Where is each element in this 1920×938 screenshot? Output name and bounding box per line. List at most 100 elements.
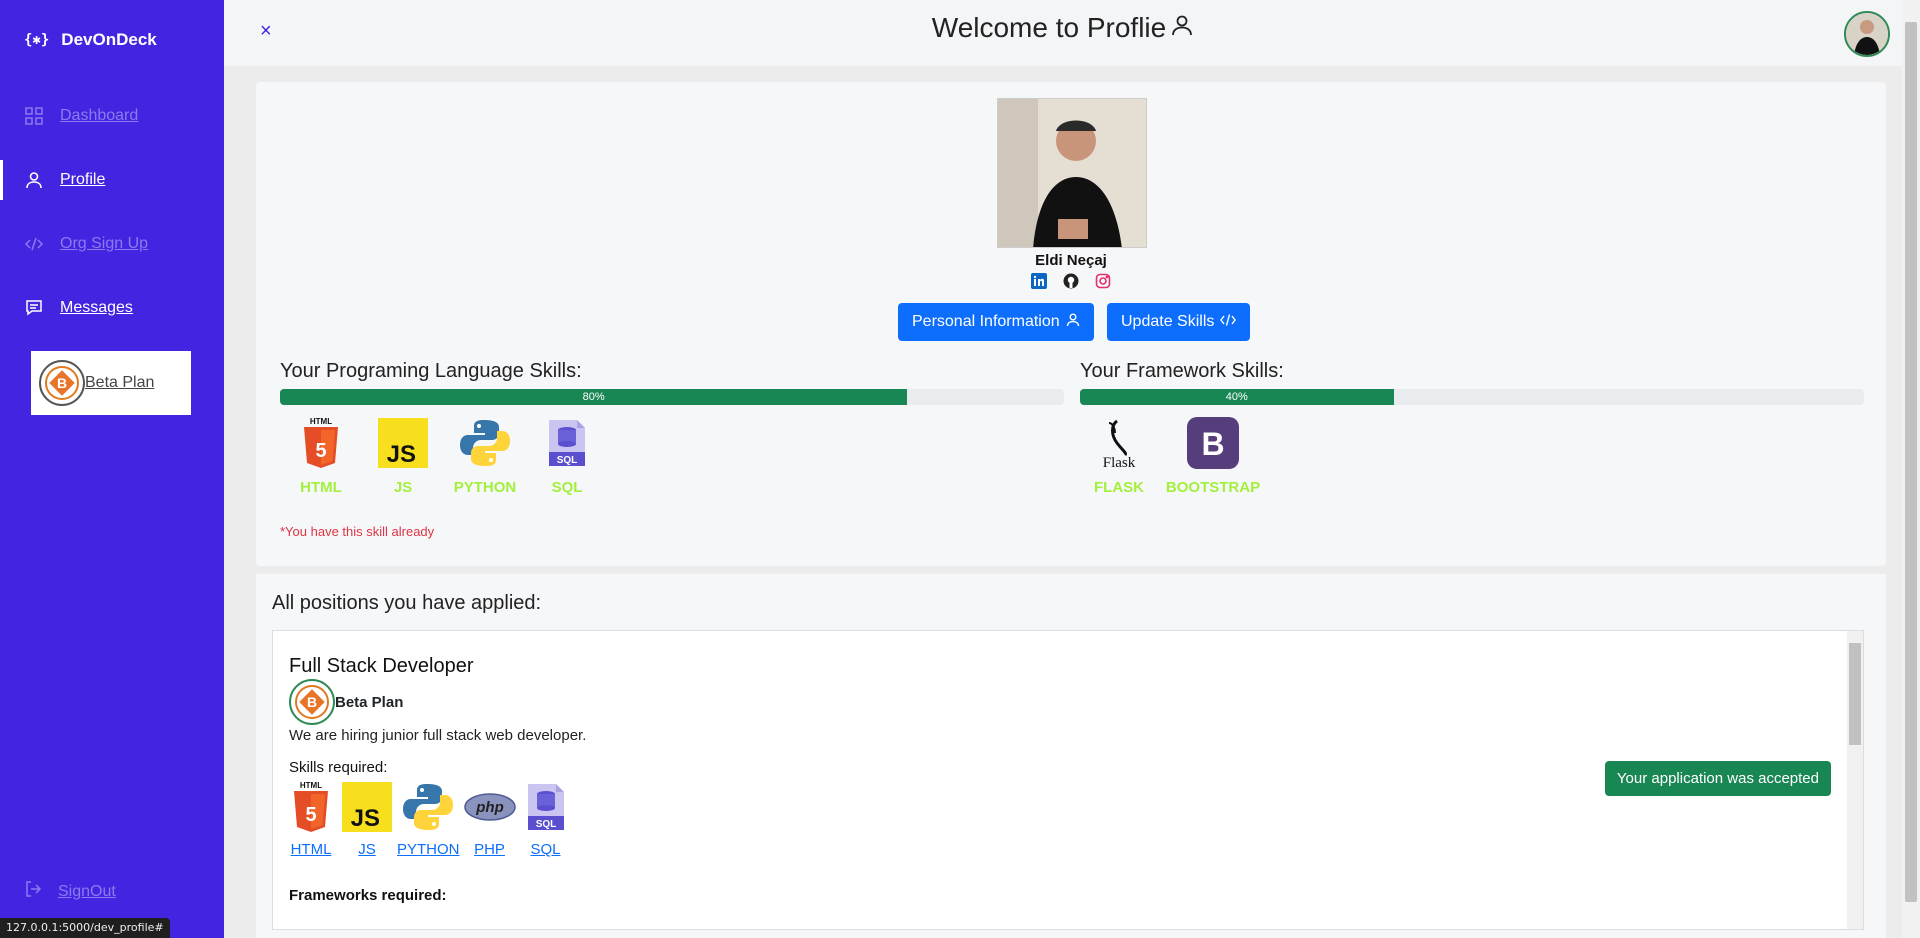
- skill-label: FLASK: [1094, 479, 1144, 496]
- framework-skills-heading: Your Framework Skills:: [1080, 360, 1284, 382]
- brand[interactable]: {✱} DevOnDeck: [24, 30, 157, 50]
- sidebar-item-label: Messages: [60, 299, 133, 316]
- bootstrap-icon: B: [1187, 417, 1239, 469]
- skill-html: HTML 5 HTML: [280, 417, 362, 496]
- sidebar-item-label: Dashboard: [60, 107, 139, 124]
- profile-photo: [997, 98, 1147, 248]
- org-card-label: Beta Plan: [85, 374, 155, 391]
- svg-text:HTML: HTML: [310, 417, 332, 426]
- button-label: Personal Information: [912, 313, 1060, 330]
- applications-heading: All positions you have applied:: [272, 592, 542, 614]
- sql-database-icon: SQL: [520, 781, 572, 833]
- sidebar-item-org-sign-up[interactable]: Org Sign Up: [0, 224, 224, 264]
- grid-icon: [24, 106, 44, 126]
- sql-database-icon: SQL: [541, 417, 593, 469]
- org-card-beta-plan[interactable]: B Beta Plan: [31, 351, 191, 415]
- required-skill-link[interactable]: SQL: [531, 841, 561, 858]
- language-skills-progress-bar: 80%: [280, 389, 908, 405]
- social-links: [256, 272, 1886, 290]
- applications-section: All positions you have applied: Full Sta…: [256, 574, 1886, 938]
- frameworks-required-label: Frameworks required:: [289, 887, 447, 904]
- update-skills-button[interactable]: Update Skills: [1107, 303, 1251, 341]
- code-icon: [1220, 313, 1237, 332]
- javascript-icon: JS: [377, 417, 429, 469]
- page-scrollbar-thumb[interactable]: [1905, 22, 1917, 902]
- sidebar-item-profile[interactable]: Profile: [0, 160, 224, 200]
- github-icon[interactable]: [1062, 272, 1080, 290]
- svg-text:B: B: [1201, 426, 1224, 462]
- svg-text:JS: JS: [387, 441, 416, 468]
- skill-label: PYTHON: [453, 479, 517, 496]
- applications-scrollbar-thumb[interactable]: [1849, 643, 1861, 745]
- required-skill-link[interactable]: HTML: [291, 841, 332, 858]
- skill-bootstrap: B BOOTSTRAP: [1158, 417, 1268, 496]
- framework-skills-list: Flask FLASK B BOOTSTRAP: [1080, 417, 1268, 496]
- page-header: × Welcome to Proflie: [224, 0, 1902, 66]
- linkedin-icon[interactable]: [1030, 272, 1048, 290]
- page-title-text: Welcome to Proflie: [931, 12, 1167, 43]
- status-bar-url: 127.0.0.1:5000/dev_profile#: [0, 918, 170, 938]
- framework-skills-progress: 40%: [1080, 389, 1864, 405]
- svg-text:HTML: HTML: [300, 781, 322, 790]
- sidebar-item-dashboard[interactable]: Dashboard: [0, 96, 224, 136]
- button-label: Update Skills: [1121, 313, 1215, 330]
- code-brace-logo-icon: {✱}: [24, 32, 50, 48]
- svg-text:php: php: [475, 799, 504, 816]
- job-org-name: Beta Plan: [335, 693, 404, 711]
- skill-label: BOOTSTRAP: [1165, 479, 1261, 496]
- skill-hint: *You have this skill already: [280, 524, 435, 539]
- sidebar-item-label: Profile: [60, 171, 106, 188]
- svg-text:B: B: [57, 375, 67, 391]
- sidebar-item-messages[interactable]: Messages: [0, 288, 224, 328]
- message-icon: [24, 298, 44, 318]
- signout-link[interactable]: SignOut: [24, 880, 116, 903]
- python-icon: [402, 781, 454, 833]
- php-icon: php: [463, 781, 516, 833]
- org-logo-icon: B: [39, 360, 85, 406]
- skill-label: JS: [393, 479, 413, 496]
- skill-label: HTML: [300, 479, 342, 496]
- svg-text:JS: JS: [351, 805, 380, 832]
- skills-required-label: Skills required:: [289, 759, 388, 776]
- required-skill-sql[interactable]: SQL SQL: [520, 781, 572, 858]
- flask-icon: Flask: [1093, 417, 1145, 469]
- personal-information-button[interactable]: Personal Information: [898, 303, 1094, 341]
- required-skill-js[interactable]: JS JS: [341, 781, 393, 858]
- skill-label: SQL: [551, 479, 583, 496]
- required-skill-link[interactable]: PHP: [474, 841, 505, 858]
- signout-label: SignOut: [58, 882, 116, 900]
- framework-skills-progress-bar: 40%: [1080, 389, 1394, 405]
- language-skills-heading: Your Programing Language Skills:: [280, 360, 582, 382]
- skill-python: PYTHON: [444, 417, 526, 496]
- job-org: B Beta Plan: [289, 679, 403, 725]
- skill-flask: Flask FLASK: [1080, 417, 1158, 496]
- application-card: Full Stack Developer B Beta Plan We are …: [272, 630, 1864, 930]
- signout-icon: [24, 880, 42, 903]
- application-status-badge: Your application was accepted: [1604, 761, 1831, 796]
- required-skill-link[interactable]: JS: [358, 841, 376, 858]
- required-skill-html[interactable]: HTML 5 HTML: [285, 781, 337, 858]
- applications-scrollbar[interactable]: [1847, 631, 1863, 929]
- svg-text:5: 5: [315, 440, 326, 462]
- skills-required-list: HTML 5 HTML JS JS PYTHON php PHP SQL SQL: [285, 781, 576, 858]
- svg-text:5: 5: [305, 804, 316, 826]
- skill-sql: SQL SQL: [526, 417, 608, 496]
- required-skill-python[interactable]: PYTHON: [397, 781, 460, 858]
- developer-name: Eldi Neçaj: [1035, 252, 1107, 269]
- required-skill-php[interactable]: php PHP: [463, 781, 516, 858]
- page-title: Welcome to Proflie: [224, 12, 1902, 44]
- brand-name: DevOnDeck: [61, 30, 157, 49]
- user-icon: [1066, 313, 1080, 332]
- html5-icon: HTML 5: [285, 781, 337, 833]
- language-skills-list: HTML 5 HTML JS JS PYTHON SQL SQL: [280, 417, 608, 496]
- skill-js: JS JS: [362, 417, 444, 496]
- required-skill-link[interactable]: PYTHON: [397, 841, 460, 858]
- code-icon: [24, 234, 44, 254]
- page-scrollbar[interactable]: [1902, 0, 1920, 938]
- org-logo-icon: B: [289, 679, 335, 725]
- sidebar-item-label: Org Sign Up: [60, 235, 149, 252]
- avatar[interactable]: [1844, 11, 1890, 57]
- svg-text:B: B: [307, 694, 317, 710]
- user-icon: [1170, 12, 1194, 44]
- instagram-icon[interactable]: [1094, 272, 1112, 290]
